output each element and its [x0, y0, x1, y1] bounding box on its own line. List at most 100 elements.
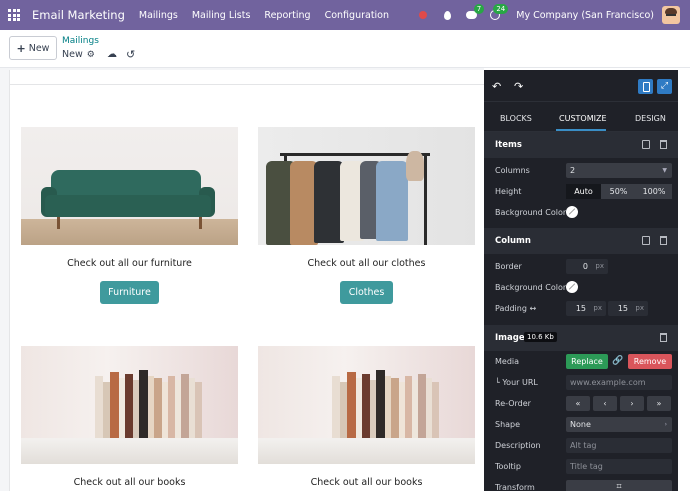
- card-books-right: Check out all our books: [258, 346, 475, 488]
- bg-color-swatch[interactable]: [566, 281, 578, 293]
- shape-select[interactable]: None ›: [566, 417, 672, 432]
- column-bg-row: Background Color: [484, 277, 678, 298]
- control-panel: + New Mailings New ⚙ ☁ ↺: [0, 30, 690, 68]
- duplicate-icon[interactable]: [642, 236, 650, 245]
- reorder-row: Re-Order « ‹ › »: [484, 393, 678, 414]
- activities-clock-icon[interactable]: 24: [486, 0, 509, 30]
- caret-down-icon: ▼: [662, 167, 667, 174]
- company-switcher[interactable]: My Company (San Francisco): [516, 10, 654, 21]
- redo-icon[interactable]: ↷: [514, 80, 523, 93]
- panel-toolbar: ↶ ↷ ⤢: [484, 70, 678, 102]
- divider: [10, 84, 485, 85]
- menu-mailing-lists[interactable]: Mailing Lists: [192, 10, 251, 21]
- discard-undo-icon[interactable]: ↺: [126, 48, 135, 61]
- trash-icon[interactable]: [660, 333, 667, 342]
- move-prev-button[interactable]: ‹: [593, 396, 617, 411]
- menu-reporting[interactable]: Reporting: [264, 10, 310, 21]
- app-brand[interactable]: Email Marketing: [32, 8, 125, 22]
- description-input[interactable]: Alt tag: [566, 438, 672, 453]
- padding-row: Padding ↔ 15 px 15 px: [484, 298, 678, 319]
- border-input[interactable]: 0 px: [566, 259, 608, 274]
- unit-px: px: [593, 304, 602, 312]
- shape-row: Shape None ›: [484, 414, 678, 435]
- columns-value: 2: [570, 166, 576, 175]
- unit-px: px: [595, 262, 604, 270]
- furniture-button[interactable]: Furniture: [100, 281, 159, 304]
- transform-label: Transform: [495, 483, 535, 491]
- padding-left-input[interactable]: 15 px: [566, 301, 606, 316]
- bg-color-swatch[interactable]: [566, 206, 578, 218]
- sofa-image[interactable]: [21, 127, 238, 245]
- debug-bug-icon[interactable]: [414, 0, 432, 30]
- columns-select[interactable]: 2 ▼: [566, 163, 672, 178]
- menu-configuration[interactable]: Configuration: [325, 10, 389, 21]
- cloud-save-icon[interactable]: ☁: [107, 49, 117, 60]
- tab-blocks[interactable]: BLOCKS: [500, 114, 532, 123]
- tooltip-row: Tooltip Title tag: [484, 456, 678, 477]
- card-caption: Check out all our furniture: [67, 258, 192, 269]
- trash-icon[interactable]: [660, 236, 667, 245]
- expand-icon[interactable]: ⤢: [657, 79, 672, 94]
- padding-left-value: 15: [575, 304, 586, 313]
- url-label: └ Your URL: [495, 378, 538, 387]
- user-avatar[interactable]: [662, 6, 680, 24]
- customize-panel: ↶ ↷ ⤢ BLOCKS CUSTOMIZE DESIGN Items Colu…: [484, 70, 678, 491]
- messages-icon[interactable]: 7: [462, 0, 485, 30]
- height-label: Height: [495, 187, 522, 196]
- apps-menu-icon[interactable]: [0, 0, 28, 30]
- move-first-button[interactable]: «: [566, 396, 590, 411]
- height-100[interactable]: 100%: [636, 184, 672, 199]
- books-image[interactable]: [258, 346, 475, 464]
- padding-right-input[interactable]: 15 px: [608, 301, 648, 316]
- border-row: Border 0 px: [484, 256, 678, 277]
- image-section-header: Image 10.6 Kb: [484, 325, 678, 351]
- panel-tabs: BLOCKS CUSTOMIZE DESIGN: [484, 102, 678, 132]
- mail-body: Check out all our furniture Furniture Ch…: [9, 70, 485, 491]
- image-size-badge: 10.6 Kb: [524, 332, 557, 342]
- bg-color-label: Background Color: [495, 283, 567, 292]
- card-clothes: Check out all our clothes Clothes: [258, 127, 475, 304]
- breadcrumb-parent[interactable]: Mailings: [62, 36, 99, 46]
- remove-button[interactable]: Remove: [628, 354, 672, 369]
- breadcrumb-current-wrap: New ⚙: [62, 49, 95, 60]
- plus-icon: +: [16, 41, 26, 55]
- duplicate-icon[interactable]: [642, 140, 650, 149]
- gear-icon[interactable]: ⚙: [87, 50, 95, 60]
- description-label: Description: [495, 441, 541, 450]
- mobile-preview-icon[interactable]: [638, 79, 653, 94]
- height-auto[interactable]: Auto: [566, 184, 601, 199]
- activities-badge: 24: [493, 4, 509, 14]
- tooltip-input[interactable]: Title tag: [566, 459, 672, 474]
- url-input[interactable]: www.example.com: [566, 375, 672, 390]
- drop-icon[interactable]: [438, 0, 456, 30]
- clothes-image[interactable]: [258, 127, 475, 245]
- transform-row: Transform ⌗: [484, 477, 678, 491]
- height-row: Height Auto 50% 100%: [484, 181, 678, 202]
- tab-customize[interactable]: CUSTOMIZE: [559, 114, 607, 123]
- trash-icon[interactable]: [660, 140, 667, 149]
- clothes-button[interactable]: Clothes: [340, 281, 393, 304]
- new-button[interactable]: + New: [9, 36, 57, 60]
- description-row: Description Alt tag: [484, 435, 678, 456]
- items-section-header: Items: [484, 132, 678, 158]
- move-next-button[interactable]: ›: [620, 396, 644, 411]
- replace-button[interactable]: Replace: [566, 354, 608, 369]
- items-bg-row: Background Color: [484, 202, 678, 223]
- link-icon[interactable]: 🔗: [612, 354, 624, 369]
- books-image[interactable]: [21, 346, 238, 464]
- chevron-right-icon: ›: [664, 421, 667, 428]
- move-last-button[interactable]: »: [647, 396, 671, 411]
- card-furniture: Check out all our furniture Furniture: [21, 127, 238, 304]
- padding-label: Padding ↔: [495, 304, 537, 313]
- column-section-header: Column: [484, 228, 678, 254]
- crop-icon[interactable]: ⌗: [566, 480, 672, 491]
- card-caption: Check out all our clothes: [307, 258, 426, 269]
- card-books-left: Check out all our books: [21, 346, 238, 488]
- columns-row: Columns 2 ▼: [484, 160, 678, 181]
- undo-icon[interactable]: ↶: [492, 80, 501, 93]
- height-50[interactable]: 50%: [601, 184, 636, 199]
- bg-color-label: Background Color: [495, 208, 567, 217]
- menu-mailings[interactable]: Mailings: [139, 10, 178, 21]
- tab-design[interactable]: DESIGN: [635, 114, 666, 123]
- reorder-label: Re-Order: [495, 399, 531, 408]
